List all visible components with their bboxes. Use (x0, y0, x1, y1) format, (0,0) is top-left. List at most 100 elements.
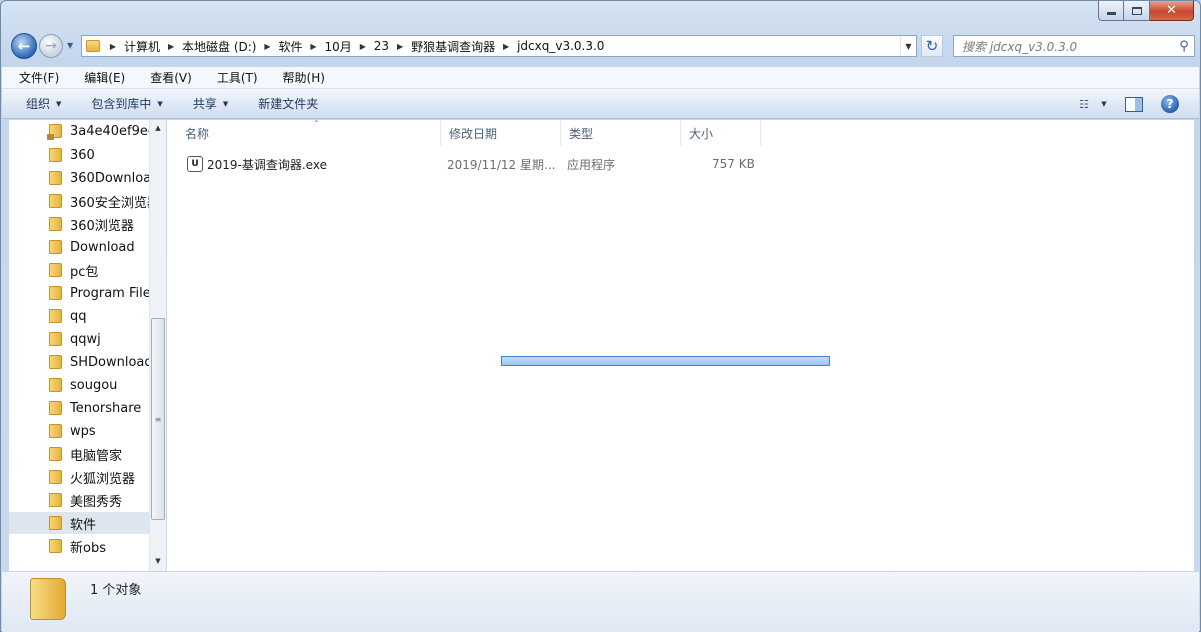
tree-item-label: Program Files (70, 285, 149, 301)
breadcrumb-item[interactable]: 野狼基调查询器 (407, 38, 499, 55)
preview-pane-icon[interactable] (1125, 96, 1143, 112)
tree-item[interactable]: Tenorshare (9, 397, 149, 419)
organize-button[interactable]: 组织 ▼ (2, 95, 73, 112)
close-icon: ✕ (1166, 3, 1177, 18)
folder-icon (49, 171, 62, 185)
tree-item[interactable]: Program Files (9, 282, 149, 304)
menu-help[interactable]: 帮助(H) (266, 69, 333, 86)
chevron-right-icon[interactable]: ▶ (393, 42, 407, 51)
search-icon[interactable]: ⚲ (1174, 39, 1194, 54)
folder-icon (49, 539, 62, 553)
tree-item[interactable]: 360安全浏览器 (9, 190, 149, 212)
column-header-label: 修改日期 (449, 126, 498, 141)
folder-icon (49, 401, 62, 415)
tree-item-label: sougou (70, 377, 118, 393)
scroll-thumb[interactable]: ≡ (151, 318, 165, 520)
command-bar: 组织 ▼ 包含到库中 ▼ 共享 ▼ 新建文件夹 ☷ ▼ ? (2, 89, 1199, 119)
navigation-row: ← → ▼ ▶ 计算机 ▶ 本地磁盘 (D:) ▶ 软件 ▶ 10月 ▶ 23 … (9, 33, 1195, 61)
column-header-date[interactable]: 修改日期 (441, 120, 561, 146)
column-header-name[interactable]: 名称 (177, 120, 441, 146)
menu-tools[interactable]: 工具(T) (200, 69, 266, 86)
menu-file[interactable]: 文件(F) (2, 69, 67, 86)
tree-item[interactable]: Download (9, 236, 149, 258)
tree-item[interactable]: 360Download (9, 167, 149, 189)
tree-item-label: wps (70, 423, 96, 439)
chevron-right-icon[interactable]: ▶ (260, 42, 274, 51)
view-options-dropdown[interactable]: ▼ (1097, 100, 1111, 108)
chevron-down-icon: ▼ (157, 99, 163, 108)
refresh-button[interactable]: ↻ (921, 35, 943, 57)
folder-icon (49, 217, 62, 231)
forward-button[interactable]: → (39, 34, 63, 58)
maximize-icon (1131, 6, 1142, 15)
maximize-button[interactable] (1124, 1, 1150, 21)
column-header-label: 类型 (569, 126, 594, 141)
tree-item[interactable]: wps (9, 420, 149, 442)
breadcrumb-item[interactable]: 计算机 (120, 38, 164, 55)
organize-label: 组织 (26, 97, 51, 111)
breadcrumb-item[interactable]: jdcxq_v3.0.3.0 (513, 39, 608, 53)
tree-item[interactable]: 火狐浏览器 (9, 466, 149, 488)
file-list-pane: ⌃ 名称 修改日期 类型 大小 U 2019-基调查询器.exe 2019/11… (167, 119, 1194, 571)
recent-pages-dropdown[interactable]: ▼ (67, 41, 75, 50)
breadcrumb-item[interactable]: 本地磁盘 (D:) (178, 38, 260, 55)
change-view-button[interactable]: ☷ (1071, 94, 1097, 114)
chevron-right-icon[interactable]: ▶ (307, 42, 321, 51)
tree-item-label: 3a4e40ef9ed7 (70, 123, 149, 139)
column-header-label: 大小 (689, 126, 714, 141)
tree-item-label: Download (70, 239, 135, 255)
tree-item[interactable]: qqwj (9, 328, 149, 350)
folder-icon (49, 286, 62, 300)
grip-icon: ≡ (154, 414, 162, 424)
tree-item[interactable]: SHDownload (9, 351, 149, 373)
folder-icon (49, 355, 62, 369)
tree-item[interactable]: 新obs (9, 535, 149, 557)
navigation-scrollbar[interactable]: ▲ ≡ ▼ (149, 120, 166, 571)
scroll-down-button[interactable]: ▼ (150, 553, 166, 569)
share-label: 共享 (192, 97, 217, 111)
tree-item[interactable]: 360 (9, 144, 149, 166)
search-box[interactable]: 搜索 jdcxq_v3.0.3.0 ⚲ (953, 35, 1195, 57)
tree-item-label: 美图秀秀 (70, 494, 123, 510)
folder-icon (49, 516, 62, 530)
breadcrumb-item[interactable]: 软件 (274, 38, 306, 55)
search-input[interactable]: 搜索 jdcxq_v3.0.3.0 (954, 38, 1174, 55)
address-bar[interactable]: ▶ 计算机 ▶ 本地磁盘 (D:) ▶ 软件 ▶ 10月 ▶ 23 ▶ 野狼基调… (81, 35, 917, 57)
breadcrumb-item[interactable]: 23 (370, 39, 393, 53)
chevron-right-icon[interactable]: ▶ (164, 42, 178, 51)
new-folder-button[interactable]: 新建文件夹 (240, 95, 330, 112)
tree-item-label: Tenorshare (70, 400, 142, 416)
share-button[interactable]: 共享 ▼ (175, 95, 240, 112)
tree-item[interactable]: 美图秀秀 (9, 489, 149, 511)
help-icon[interactable]: ? (1161, 95, 1179, 113)
tree-item[interactable]: qq (9, 305, 149, 327)
tree-item-selected[interactable]: 软件 (9, 512, 149, 534)
include-in-library-button[interactable]: 包含到库中 ▼ (73, 95, 174, 112)
file-row[interactable]: U 2019-基调查询器.exe 2019/11/12 星期... 应用程序 7… (177, 153, 767, 175)
file-type: 应用程序 (567, 157, 616, 172)
folder-icon (49, 470, 62, 484)
tree-item[interactable]: sougou (9, 374, 149, 396)
breadcrumb: ▶ 计算机 ▶ 本地磁盘 (D:) ▶ 软件 ▶ 10月 ▶ 23 ▶ 野狼基调… (106, 36, 608, 56)
tree-item[interactable]: 360浏览器 (9, 213, 149, 235)
menu-edit[interactable]: 编辑(E) (67, 69, 133, 86)
column-header-type[interactable]: 类型 (561, 120, 681, 146)
item-count: 1 个对象 (90, 583, 142, 598)
close-button[interactable]: ✕ (1150, 1, 1194, 21)
chevron-right-icon[interactable]: ▶ (499, 42, 513, 51)
chevron-right-icon[interactable]: ▶ (356, 42, 370, 51)
minimize-button[interactable] (1098, 1, 1124, 21)
folder-icon (49, 332, 62, 346)
menu-view[interactable]: 查看(V) (133, 69, 200, 86)
column-header-size[interactable]: 大小 (681, 120, 761, 146)
scroll-up-button[interactable]: ▲ (150, 120, 166, 136)
back-button[interactable]: ← (11, 33, 37, 59)
folder-icon (30, 578, 66, 620)
tree-item[interactable]: pc包 (9, 259, 149, 281)
address-history-dropdown[interactable]: ▼ (900, 36, 916, 56)
tree-item[interactable]: 3a4e40ef9ed7 (9, 120, 149, 142)
include-in-library-label: 包含到库中 (91, 97, 152, 111)
breadcrumb-item[interactable]: 10月 (321, 38, 356, 55)
chevron-right-icon[interactable]: ▶ (106, 42, 120, 51)
tree-item[interactable]: 电脑管家 (9, 443, 149, 465)
